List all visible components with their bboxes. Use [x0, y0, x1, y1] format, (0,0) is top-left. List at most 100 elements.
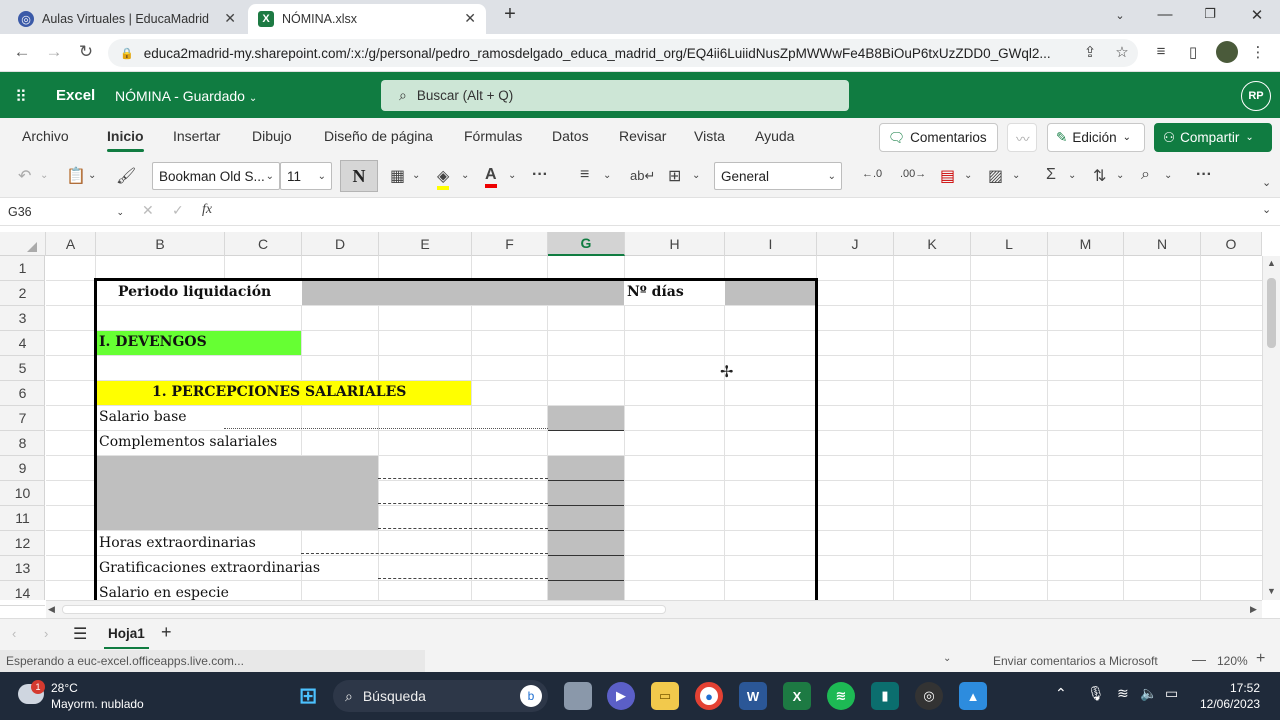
function-icon[interactable]: fx: [202, 202, 212, 218]
word-icon[interactable]: W: [739, 682, 767, 710]
weather-temp[interactable]: 28°C: [51, 681, 78, 695]
forward-icon[interactable]: →: [44, 42, 64, 62]
scroll-up-icon[interactable]: ▲: [1267, 258, 1276, 268]
tab-insertar[interactable]: Insertar: [173, 128, 220, 144]
chat-icon[interactable]: ▶: [607, 682, 635, 710]
obs-icon[interactable]: ◎: [915, 682, 943, 710]
column-header[interactable]: K: [894, 232, 971, 256]
column-header[interactable]: F: [472, 232, 548, 256]
name-box[interactable]: G36 ⌄: [4, 201, 128, 223]
feedback-link[interactable]: Enviar comentarios a Microsoft: [993, 654, 1158, 668]
tab-revisar[interactable]: Revisar: [619, 128, 666, 144]
share-button[interactable]: ⚇ Compartir ⌄: [1154, 123, 1272, 152]
find-icon[interactable]: ⌕: [1141, 166, 1150, 184]
chevron-down-icon[interactable]: ⌄: [412, 170, 420, 181]
zoom-in-icon[interactable]: +: [1256, 650, 1265, 668]
tab-diseno-pagina[interactable]: Diseño de página: [324, 128, 433, 144]
wrap-text-icon[interactable]: ab↵: [630, 168, 655, 184]
zoom-out-icon[interactable]: —: [1192, 651, 1206, 667]
chevron-down-icon[interactable]: ⌄: [1262, 176, 1271, 189]
format-painter-icon[interactable]: 🖌: [116, 166, 136, 186]
chevron-right-icon[interactable]: ›: [44, 626, 48, 641]
number-format-select[interactable]: General ⌄: [714, 162, 842, 190]
row-header[interactable]: 1: [0, 256, 45, 281]
profile-avatar[interactable]: [1216, 41, 1238, 63]
file-explorer-icon[interactable]: ▭: [651, 682, 679, 710]
restore-icon[interactable]: ❐: [1200, 6, 1220, 22]
scroll-left-icon[interactable]: ◀: [48, 604, 55, 615]
search-input[interactable]: ⌕ Buscar (Alt + Q): [381, 80, 849, 111]
increase-decimal-icon[interactable]: ←.0: [862, 168, 882, 180]
column-header[interactable]: I: [725, 232, 817, 256]
chevron-down-icon[interactable]: ⌄: [1262, 203, 1271, 216]
chevron-down-icon[interactable]: ⌄: [40, 170, 48, 181]
app-name[interactable]: Excel: [56, 87, 95, 104]
clock-date[interactable]: 12/06/2023: [1200, 697, 1260, 711]
tab-datos[interactable]: Datos: [552, 128, 589, 144]
row-header[interactable]: 6: [0, 381, 45, 406]
row-header[interactable]: 4: [0, 331, 45, 356]
align-icon[interactable]: ≡: [580, 166, 589, 184]
back-icon[interactable]: ←: [12, 42, 32, 62]
chevron-down-icon[interactable]: ⌄: [603, 170, 611, 181]
scroll-down-icon[interactable]: ▼: [1267, 586, 1276, 596]
taskbar-search[interactable]: ⌕ Búsqueda b: [333, 680, 548, 712]
more-menu-icon[interactable]: ⋮: [1248, 43, 1268, 61]
row-header[interactable]: 2: [0, 281, 45, 306]
sidepanel-icon[interactable]: ▯: [1183, 43, 1203, 61]
tab-archivo[interactable]: Archivo: [22, 128, 69, 144]
chevron-down-icon[interactable]: ⌄: [1164, 170, 1172, 181]
tab-formulas[interactable]: Fórmulas: [464, 128, 522, 144]
close-icon[interactable]: ✕: [224, 10, 236, 27]
formula-input[interactable]: [228, 200, 1258, 224]
share-page-icon[interactable]: ⇪: [1080, 43, 1100, 61]
wifi-icon[interactable]: ≋: [1117, 685, 1129, 702]
spotify-icon[interactable]: ≋: [827, 682, 855, 710]
chrome-icon[interactable]: ●: [695, 682, 723, 710]
star-icon[interactable]: ☆: [1112, 43, 1132, 61]
tab-ayuda[interactable]: Ayuda: [755, 128, 794, 144]
activity-icon[interactable]: 〰: [1007, 123, 1037, 152]
check-icon[interactable]: ✓: [172, 202, 184, 219]
column-header-selected[interactable]: G: [548, 232, 625, 256]
bold-button[interactable]: N: [340, 160, 378, 192]
editing-mode-button[interactable]: ✎ Edición ⌄: [1047, 123, 1145, 152]
cancel-icon[interactable]: ✕: [142, 202, 154, 219]
column-header[interactable]: A: [46, 232, 96, 256]
weather-desc[interactable]: Mayorm. nublado: [51, 697, 144, 711]
column-header[interactable]: J: [817, 232, 894, 256]
format-as-table-icon[interactable]: ▨: [988, 166, 1003, 186]
chevron-up-icon[interactable]: ⌃: [1055, 685, 1067, 702]
column-header[interactable]: B: [96, 232, 225, 256]
tab-vista[interactable]: Vista: [694, 128, 725, 144]
row-header[interactable]: 3: [0, 306, 45, 331]
column-header[interactable]: L: [971, 232, 1048, 256]
comments-button[interactable]: 🗨 Comentarios: [879, 123, 998, 152]
worksheet-grid[interactable]: Periodo liquidación Nº días I. DEVENGOS …: [46, 256, 1262, 600]
paste-icon[interactable]: 📋: [66, 166, 86, 186]
chevron-down-icon[interactable]: ⌄: [1068, 170, 1076, 181]
close-window-icon[interactable]: ✕: [1247, 6, 1267, 24]
photos-icon[interactable]: ▲: [959, 682, 987, 710]
row-header[interactable]: 7: [0, 406, 45, 431]
row-header[interactable]: 5: [0, 356, 45, 381]
chevron-down-icon[interactable]: ⌄: [508, 170, 516, 181]
chevron-down-icon[interactable]: ⌄: [1012, 170, 1020, 181]
chevron-down-icon[interactable]: ⌄: [461, 170, 469, 181]
row-header[interactable]: 10: [0, 481, 45, 506]
tab-nomina[interactable]: X NÓMINA.xlsx ✕: [248, 4, 486, 34]
column-header[interactable]: O: [1201, 232, 1262, 256]
column-header[interactable]: E: [379, 232, 472, 256]
reload-icon[interactable]: ↻: [76, 42, 96, 62]
zoom-level[interactable]: 120%: [1217, 654, 1248, 668]
new-tab-icon[interactable]: +: [500, 3, 520, 26]
url-field[interactable]: 🔒 educa2madrid-my.sharepoint.com/:x:/g/p…: [108, 39, 1138, 67]
chevron-left-icon[interactable]: ‹: [12, 626, 16, 641]
column-header[interactable]: N: [1124, 232, 1201, 256]
clock-time[interactable]: 17:52: [1230, 681, 1260, 695]
fill-color-icon[interactable]: ◈: [437, 166, 450, 190]
font-color-icon[interactable]: A: [485, 166, 497, 188]
scroll-thumb[interactable]: [1267, 278, 1276, 348]
column-header[interactable]: C: [225, 232, 302, 256]
conditional-format-icon[interactable]: ▤: [940, 166, 955, 186]
